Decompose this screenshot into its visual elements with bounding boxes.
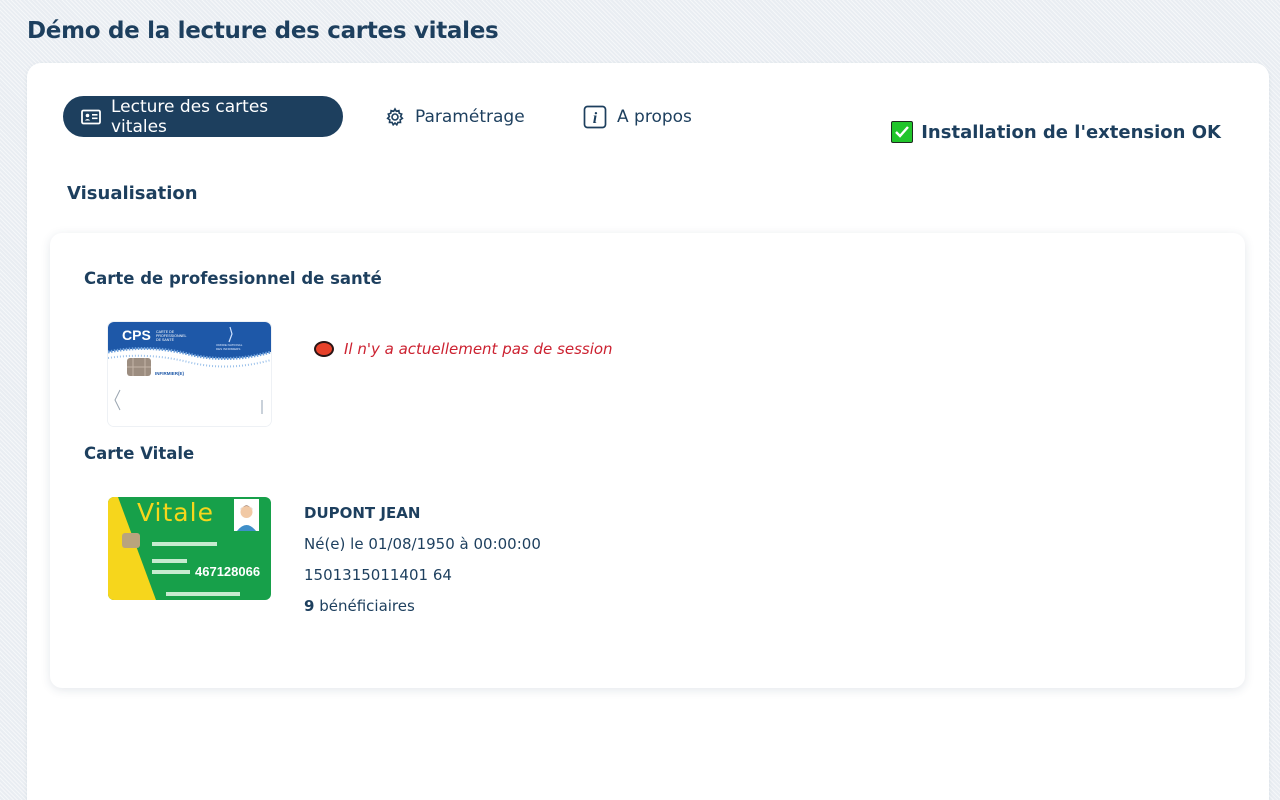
gear-icon <box>385 106 405 127</box>
patient-name: DUPONT JEAN <box>304 504 421 522</box>
section-title: Visualisation <box>67 183 198 204</box>
beneficiaries-label: bénéficiaires <box>319 597 415 615</box>
cps-heading: Carte de professionnel de santé <box>84 269 382 288</box>
beneficiaries: 9 bénéficiaires <box>304 591 541 622</box>
session-message: Il n'y a actuellement pas de session <box>344 340 613 358</box>
page-title: Démo de la lecture des cartes vitales <box>27 18 499 44</box>
extension-status: Installation de l'extension OK <box>891 121 1221 143</box>
tab-label: Paramétrage <box>415 106 525 127</box>
tab-card-reading[interactable]: Lecture des cartes vitales <box>63 96 343 137</box>
vitale-card-image: Vitale 467128066 <box>108 497 271 600</box>
cards-panel: Carte de professionnel de santé CPS CART… <box>50 233 1245 688</box>
svg-text:DE SANTÉ: DE SANTÉ <box>156 337 175 342</box>
checkbox-checked-icon <box>891 121 914 143</box>
beneficiaries-count: 9 <box>304 597 315 615</box>
tab-about[interactable]: i A propos <box>583 96 692 137</box>
svg-text:i: i <box>593 110 598 127</box>
cps-card-image: CPS CARTE DE PROFESSIONNEL DE SANTÉ ORDR… <box>108 322 271 426</box>
tab-settings[interactable]: Paramétrage <box>385 96 525 137</box>
tab-label: A propos <box>617 106 692 127</box>
patient-birth: Né(e) le 01/08/1950 à 00:00:00 <box>304 535 541 553</box>
vitale-heading: Carte Vitale <box>84 444 195 463</box>
patient-nir: 1501315011401 64 <box>304 566 452 584</box>
patient-info: DUPONT JEAN Né(e) le 01/08/1950 à 00:00:… <box>304 498 541 622</box>
cps-brand: CPS <box>122 327 151 343</box>
main-panel: Lecture des cartes vitales Paramétrage i… <box>27 63 1269 800</box>
info-icon: i <box>583 105 607 129</box>
tab-label: Lecture des cartes vitales <box>111 96 269 137</box>
vitale-card-number: 467128066 <box>195 564 260 579</box>
cps-profession: INFIRMIER(E) <box>155 371 184 376</box>
vitale-brand: Vitale <box>137 498 214 527</box>
svg-text:DES INFIRMIERS: DES INFIRMIERS <box>216 347 240 351</box>
extension-status-label: Installation de l'extension OK <box>921 121 1221 143</box>
status-dot-icon <box>314 341 334 357</box>
session-status: Il n'y a actuellement pas de session <box>314 340 613 358</box>
id-card-icon <box>81 109 101 125</box>
